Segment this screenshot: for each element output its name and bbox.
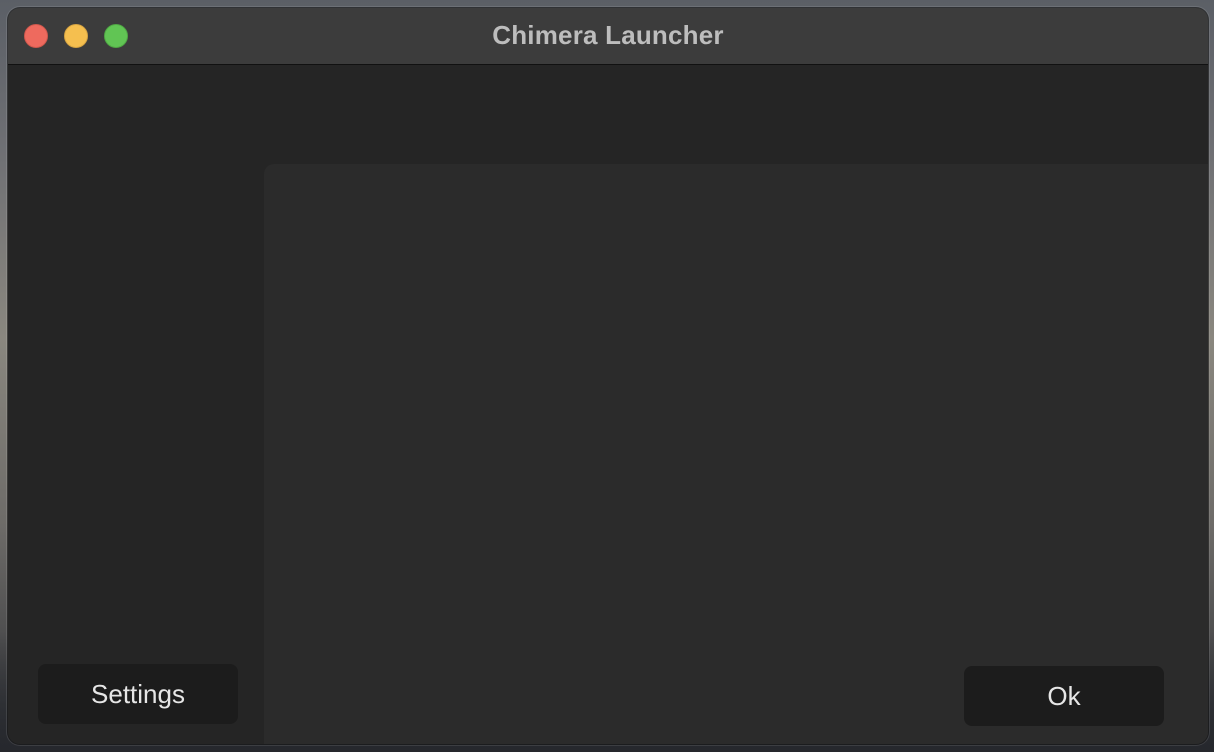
content-panel: [264, 164, 1208, 744]
window-body: Settings Ok: [8, 65, 1208, 744]
settings-button[interactable]: Settings: [38, 664, 238, 724]
ok-button[interactable]: Ok: [964, 666, 1164, 726]
window-title: Chimera Launcher: [492, 20, 724, 50]
launcher-window: Chimera Launcher Settings Ok: [8, 8, 1208, 744]
title-bar[interactable]: Chimera Launcher: [8, 8, 1208, 65]
